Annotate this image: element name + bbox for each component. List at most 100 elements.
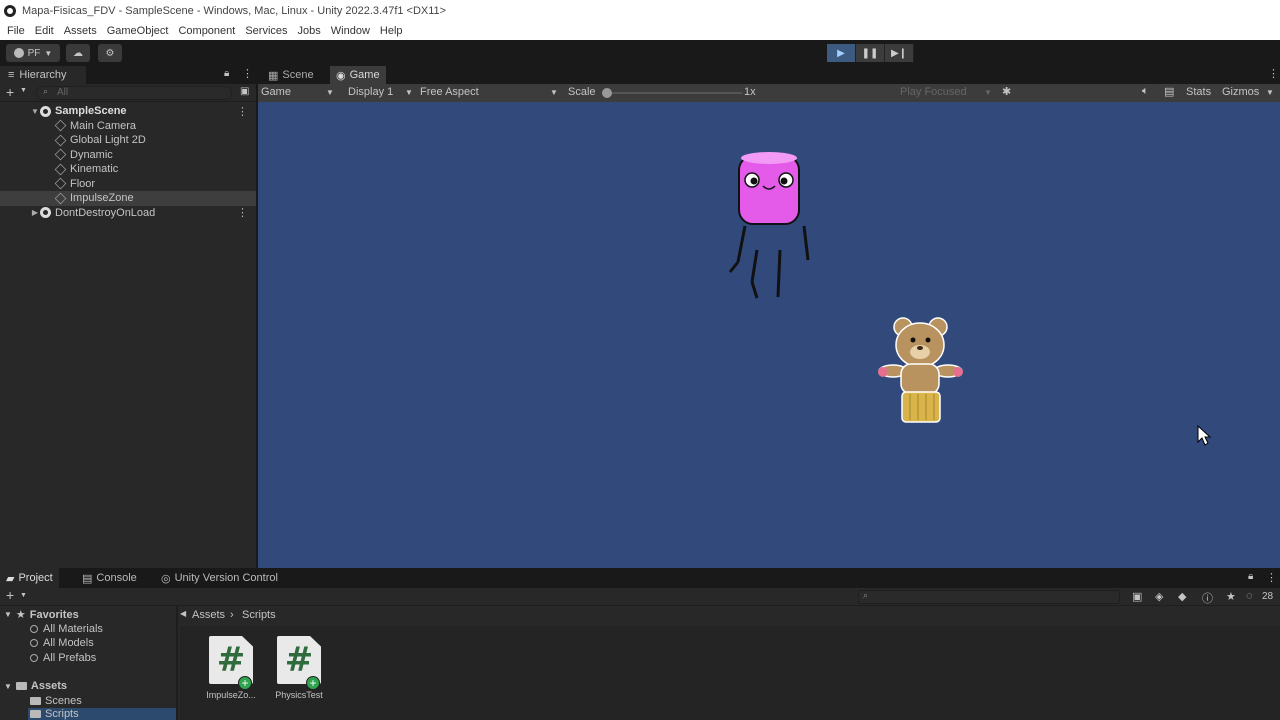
game-canvas[interactable] <box>258 102 1280 568</box>
tree-row-global-light[interactable]: Global Light 2D <box>0 133 256 148</box>
fold-arrow-icon[interactable]: ▼ <box>30 107 40 116</box>
gameobject-icon <box>54 119 67 132</box>
favorites-header[interactable]: ▼ ★ Favorites <box>4 608 79 622</box>
tree-row-impulsezone[interactable]: ImpulseZone <box>0 191 256 206</box>
menu-window[interactable]: Window <box>326 25 375 37</box>
fold-arrow-icon[interactable]: ▶ <box>30 208 40 217</box>
scale-slider-track[interactable] <box>612 92 742 94</box>
chevron-down-icon[interactable]: ▼ <box>1266 88 1274 97</box>
asset-item[interactable]: # + ImpulseZo... <box>196 636 266 700</box>
search-icon <box>30 639 38 647</box>
play-button[interactable]: ▶ <box>827 44 856 62</box>
tree-row-dontdestroy[interactable]: ▶ DontDestroyOnLoad ⋮ <box>0 206 256 221</box>
tab-scene[interactable]: ▦ Scene <box>262 66 320 84</box>
chevron-down-icon[interactable]: ▼ <box>984 88 992 97</box>
assets-header[interactable]: ▼ Assets <box>4 680 67 692</box>
favorite-item[interactable]: All Models <box>30 637 94 649</box>
chevron-down-icon[interactable]: ▼ <box>326 88 334 97</box>
filter-label-icon[interactable]: ◈ <box>1155 590 1163 603</box>
folder-icon <box>15 682 27 690</box>
play-focused-dropdown[interactable]: Play Focused <box>900 86 967 98</box>
mode-dropdown[interactable]: Game <box>261 86 291 98</box>
account-button[interactable]: PF ▼ <box>6 44 60 62</box>
menu-file[interactable]: File <box>2 25 30 37</box>
tree-row-main-camera[interactable]: Main Camera <box>0 119 256 134</box>
list-icon: ≡ <box>8 69 15 81</box>
filter-type-icon[interactable]: ▣ <box>1132 590 1142 603</box>
tab-game[interactable]: ◉ Game <box>330 66 386 84</box>
pause-button[interactable]: ❚❚ <box>856 44 885 62</box>
tab-console[interactable]: ▤ Console <box>76 568 143 588</box>
more-options-icon[interactable]: ⋮ <box>1266 571 1277 584</box>
chevron-down-icon[interactable]: ▼ <box>405 88 413 97</box>
more-options-icon[interactable]: ⋮ <box>1268 67 1279 80</box>
tab-hierarchy[interactable]: ≡ Hierarchy <box>0 66 86 84</box>
project-panel: ▰ Project ▤ Console ◎ Unity Version Cont… <box>0 568 1280 720</box>
chevron-down-icon[interactable]: ▼ <box>20 87 27 94</box>
search-icon <box>30 654 38 662</box>
breadcrumb-separator: › <box>230 609 234 621</box>
tree-item-label: Global Light 2D <box>70 134 146 147</box>
gameobject-icon <box>54 134 67 147</box>
lock-icon[interactable]: 🔒︎ <box>1248 571 1253 582</box>
gizmos-dropdown[interactable]: Gizmos <box>1222 86 1259 98</box>
menu-services[interactable]: Services <box>240 25 292 37</box>
speaker-icon[interactable]: 🔈︎ <box>1142 85 1149 98</box>
menu-gameobject[interactable]: GameObject <box>102 25 174 37</box>
lock-icon[interactable]: 🔒︎ <box>224 68 229 79</box>
star-icon[interactable]: ★ <box>1226 590 1236 603</box>
dontdestroy-label: DontDestroyOnLoad <box>55 206 156 219</box>
info-icon[interactable]: ⓘ <box>1202 590 1213 606</box>
more-options-icon[interactable]: ⋮ <box>237 105 248 118</box>
stats-button[interactable]: Stats <box>1186 86 1211 98</box>
play-controls: ▶ ❚❚ ▶❙ <box>827 44 914 62</box>
tree-row-floor[interactable]: Floor <box>0 177 256 192</box>
tag-icon[interactable]: ◆ <box>1178 590 1186 603</box>
account-icon <box>13 48 24 58</box>
favorite-item[interactable]: All Materials <box>30 623 103 635</box>
hierarchy-search-input[interactable]: ⌕ All <box>36 86 232 100</box>
menu-bar: File Edit Assets GameObject Component Se… <box>0 22 1280 40</box>
menu-help[interactable]: Help <box>375 25 408 37</box>
more-options-icon[interactable]: ⋮ <box>237 206 248 219</box>
breadcrumb-assets[interactable]: Assets <box>192 609 225 621</box>
scene-options-icon[interactable]: ▣ <box>240 86 249 97</box>
display-dropdown[interactable]: Display 1 <box>348 86 393 98</box>
scene-icon <box>40 207 51 219</box>
version-control-icon: ◎ <box>161 572 171 585</box>
scale-slider-handle[interactable] <box>602 88 612 98</box>
hierarchy-tree: ▼ SampleScene ⋮ Main Camera Global Light… <box>0 102 256 220</box>
bug-icon[interactable]: ✱ <box>1002 85 1011 98</box>
menu-jobs[interactable]: Jobs <box>293 25 326 37</box>
step-button[interactable]: ▶❙ <box>885 44 914 62</box>
menu-component[interactable]: Component <box>173 25 240 37</box>
tab-project[interactable]: ▰ Project <box>0 568 59 588</box>
folder-item-scripts[interactable]: Scripts <box>28 708 176 720</box>
aspect-dropdown[interactable]: Free Aspect <box>420 86 479 98</box>
menu-assets[interactable]: Assets <box>59 25 102 37</box>
project-search-input[interactable]: ⌕ <box>858 590 1120 604</box>
menu-edit[interactable]: Edit <box>30 25 59 37</box>
chevron-down-icon[interactable]: ▼ <box>20 592 27 599</box>
collab-button[interactable]: ⚙ <box>98 44 122 62</box>
tree-row-scene[interactable]: ▼ SampleScene ⋮ <box>0 104 256 119</box>
more-options-icon[interactable]: ⋮ <box>242 67 253 80</box>
favorite-item[interactable]: All Prefabs <box>30 652 96 664</box>
add-icon[interactable]: + <box>6 84 14 100</box>
tree-row-kinematic[interactable]: Kinematic <box>0 162 256 177</box>
folder-item-scenes[interactable]: Scenes <box>30 695 82 707</box>
breadcrumb-scripts[interactable]: Scripts <box>242 609 276 621</box>
add-icon[interactable]: + <box>6 587 14 603</box>
layout-icon[interactable]: ▤ <box>1164 85 1174 98</box>
folder-icon <box>30 710 41 718</box>
tree-row-dynamic[interactable]: Dynamic <box>0 148 256 163</box>
gameobject-icon <box>54 177 67 190</box>
asset-item[interactable]: # + PhysicsTest <box>264 636 334 700</box>
cloud-button[interactable]: ☁ <box>66 44 90 62</box>
hierarchy-panel: ≡ Hierarchy 🔒︎ ⋮ + ▼ ⌕ All ▣ ▼ SampleSce… <box>0 66 256 568</box>
visibility-icon[interactable]: ◌ <box>1246 590 1253 602</box>
tab-version-control[interactable]: ◎ Unity Version Control <box>155 568 284 588</box>
tree-item-label: Floor <box>70 177 96 190</box>
add-badge-icon: + <box>238 676 252 690</box>
chevron-down-icon[interactable]: ▼ <box>550 88 558 97</box>
